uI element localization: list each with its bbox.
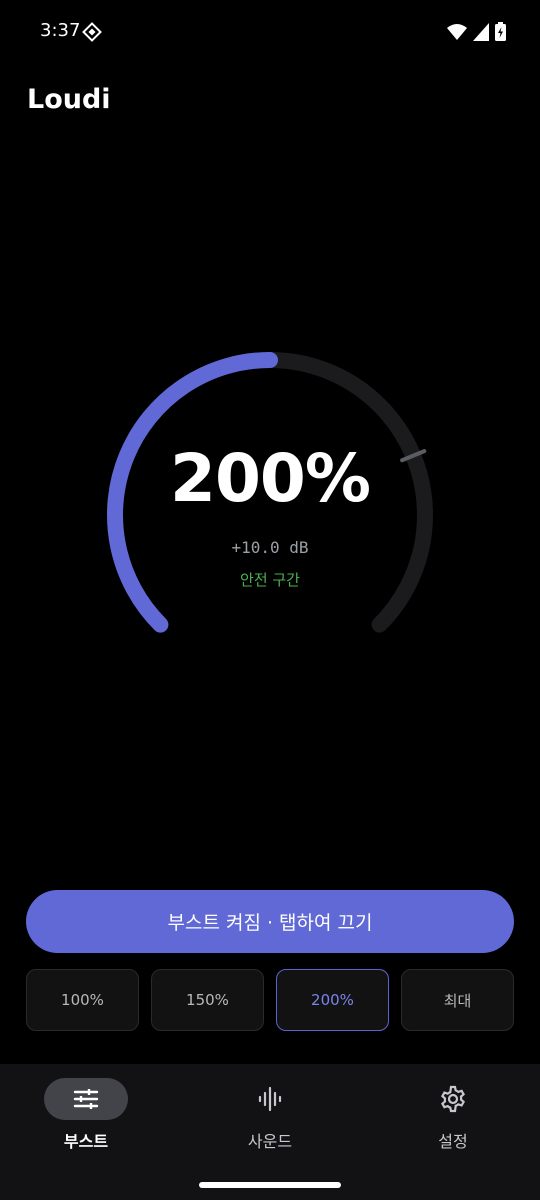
nav-sound[interactable]: 사운드 <box>200 1078 340 1152</box>
nav-settings[interactable]: 설정 <box>383 1078 523 1152</box>
preset-200-button[interactable]: 200% <box>276 969 389 1031</box>
status-bar: 3:37 <box>0 0 540 64</box>
preset-row: 100% 150% 200% 최대 <box>26 969 514 1031</box>
bottom-navigation: 부스트 사운드 설정 <box>0 1064 540 1200</box>
boost-toggle-button[interactable]: 부스트 켜짐 · 탭하여 끄기 <box>26 890 514 953</box>
preset-max-button[interactable]: 최대 <box>401 969 514 1031</box>
app-title: Loudi <box>27 84 111 115</box>
nav-boost[interactable]: 부스트 <box>16 1078 156 1152</box>
nav-settings-label: 설정 <box>438 1132 468 1151</box>
gear-icon <box>441 1085 465 1113</box>
preset-150-button[interactable]: 150% <box>151 969 264 1031</box>
waveform-icon <box>258 1086 282 1112</box>
wifi-icon <box>447 23 467 40</box>
gain-db: +10.0 dB <box>231 538 309 557</box>
safety-zone-label: 안전 구간 <box>240 571 300 589</box>
cell-signal-icon <box>473 22 489 41</box>
home-indicator[interactable] <box>199 1182 341 1188</box>
app-notification-icon <box>82 22 102 42</box>
nav-sound-label: 사운드 <box>247 1132 293 1151</box>
sliders-icon <box>73 1089 99 1109</box>
boost-percentage: 200% <box>170 440 371 517</box>
preset-100-button[interactable]: 100% <box>26 969 139 1031</box>
battery-charging-icon <box>495 22 506 41</box>
nav-boost-label: 부스트 <box>63 1132 109 1151</box>
status-time: 3:37 <box>40 20 81 41</box>
